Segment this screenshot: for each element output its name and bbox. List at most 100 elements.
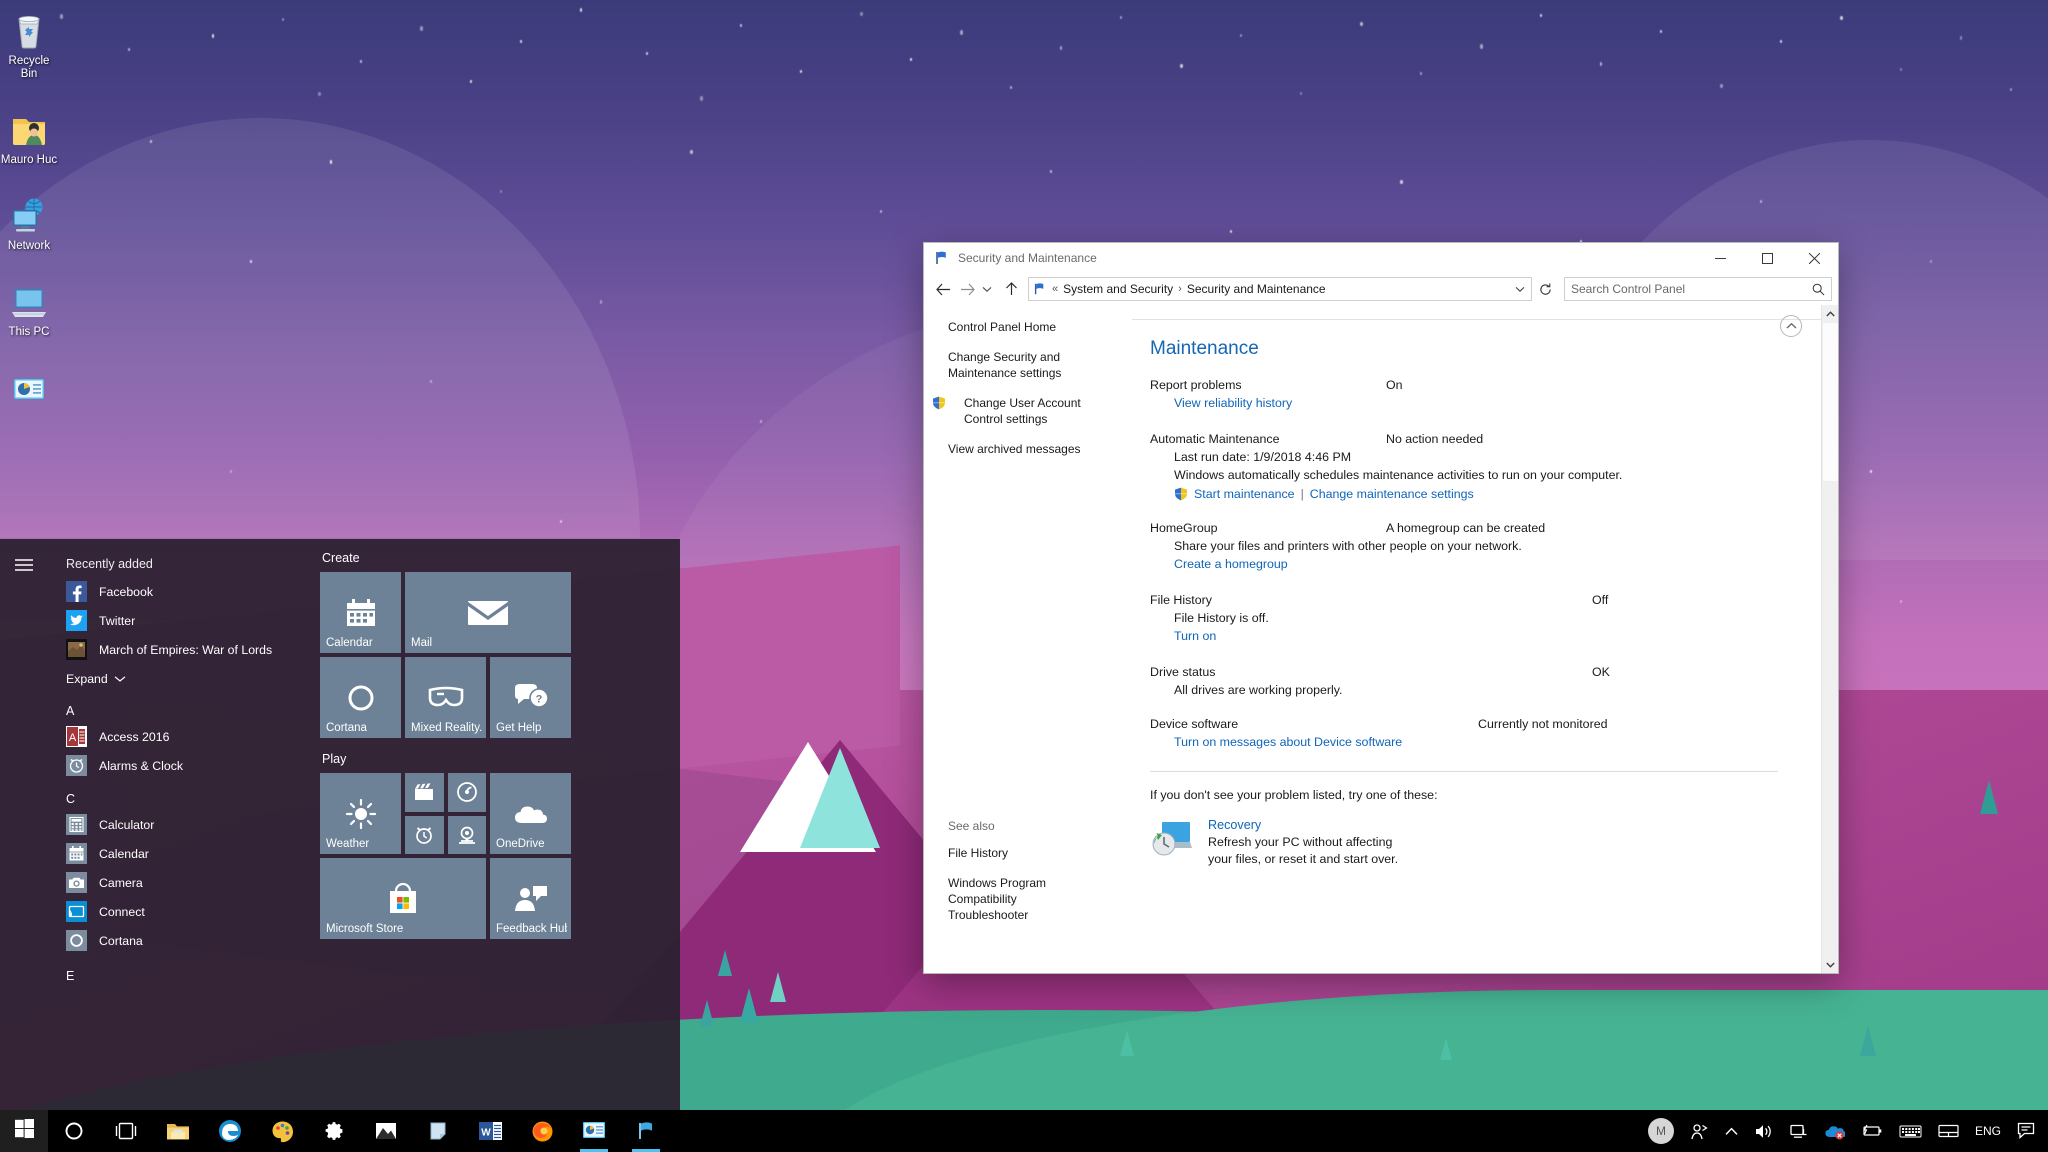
taskbar-item-control-panel[interactable]	[568, 1110, 620, 1152]
start-menu-app-list[interactable]: Recently added Facebook Twitter March of…	[48, 539, 316, 1110]
app-list-item-camera[interactable]: Camera	[48, 868, 316, 897]
back-button[interactable]	[930, 276, 956, 302]
taskbar[interactable]: W M ENG	[0, 1110, 2048, 1152]
tray-show-hidden-icons[interactable]	[1717, 1110, 1746, 1152]
tile-groove-music[interactable]	[448, 773, 487, 812]
search-input[interactable]: Search Control Panel	[1571, 282, 1812, 296]
sidebar-link-control-panel-home[interactable]: Control Panel Home	[948, 319, 1122, 335]
sidebar-link-view-archived-messages[interactable]: View archived messages	[948, 441, 1122, 457]
scrollbar-track[interactable]	[1822, 322, 1838, 956]
action-center-icon[interactable]	[2009, 1110, 2044, 1152]
app-list-item-twitter[interactable]: Twitter	[48, 606, 316, 635]
app-list-item-facebook[interactable]: Facebook	[48, 577, 316, 606]
tray-network-icon[interactable]	[1781, 1110, 1816, 1152]
control-panel-sidebar[interactable]: Control Panel Home Change Security and M…	[924, 305, 1132, 973]
taskbar-item-microsoft-edge[interactable]	[204, 1110, 256, 1152]
tray-avatar[interactable]: M	[1640, 1110, 1682, 1152]
desktop-icon-user-folder[interactable]: Mauro Huc	[0, 107, 58, 167]
link-turn-on-device-software-messages[interactable]: Turn on messages about Device software	[1150, 735, 1402, 749]
taskbar-item-photos[interactable]	[360, 1110, 412, 1152]
address-bar[interactable]: « System and Security › Security and Mai…	[1028, 277, 1532, 301]
tile-get-help[interactable]: ? Get Help	[490, 657, 571, 738]
tile-camera[interactable]	[448, 816, 487, 855]
tile-mixed-reality[interactable]: Mixed Reality...	[405, 657, 486, 738]
link-recovery[interactable]: Recovery	[1208, 818, 1418, 832]
tile-alarms-clock[interactable]	[405, 816, 444, 855]
app-group-letter-e[interactable]: E	[48, 955, 316, 987]
search-control-panel-box[interactable]: Search Control Panel	[1564, 277, 1832, 301]
link-turn-on-file-history[interactable]: Turn on	[1150, 629, 1216, 643]
tile-mail[interactable]: Mail	[405, 572, 571, 653]
taskbar-item-task-view[interactable]	[100, 1110, 152, 1152]
breadcrumb-item-security-and-maintenance[interactable]: Security and Maintenance	[1183, 282, 1330, 296]
taskbar-item-file-explorer[interactable]	[152, 1110, 204, 1152]
see-also-link-program-compatibility-troubleshooter[interactable]: Windows Program Compatibility Troublesho…	[948, 875, 1098, 923]
breadcrumb-item-system-and-security[interactable]: System and Security	[1059, 282, 1177, 296]
language-indicator[interactable]: ENG	[1967, 1110, 2009, 1152]
tile-weather[interactable]: Weather	[320, 773, 401, 854]
app-list-item-access-2016[interactable]: A Access 2016	[48, 722, 316, 751]
app-list-item-alarms-clock[interactable]: Alarms & Clock	[48, 751, 316, 780]
maximize-button[interactable]	[1744, 243, 1791, 273]
navigation-bar[interactable]: « System and Security › Security and Mai…	[924, 273, 1838, 305]
app-list-item-connect[interactable]: Connect	[48, 897, 316, 926]
app-list-item-calculator[interactable]: Calculator	[48, 810, 316, 839]
tray-touchpad-icon[interactable]	[1930, 1110, 1967, 1152]
chevron-up-circle-icon[interactable]	[1780, 315, 1802, 337]
desktop-icon-control-panel[interactable]	[0, 365, 58, 409]
taskbar-item-sticky-notes[interactable]	[412, 1110, 464, 1152]
app-list-item-calendar[interactable]: Calendar	[48, 839, 316, 868]
desktop-icon-recycle-bin[interactable]: Recycle Bin	[0, 8, 58, 81]
vertical-scrollbar[interactable]	[1821, 305, 1838, 973]
up-button[interactable]	[998, 276, 1024, 302]
breadcrumb-prefix[interactable]: «	[1051, 283, 1059, 295]
see-also-link-file-history[interactable]: File History	[948, 845, 1128, 861]
tile-calendar[interactable]: Calendar	[320, 572, 401, 653]
tray-volume-icon[interactable]	[1746, 1110, 1781, 1152]
app-list-item-march-of-empires[interactable]: March of Empires: War of Lords	[48, 635, 316, 664]
taskbar-item-firefox[interactable]	[516, 1110, 568, 1152]
close-button[interactable]	[1791, 243, 1838, 273]
tray-people-icon[interactable]	[1682, 1110, 1717, 1152]
tray-touch-keyboard-icon[interactable]	[1891, 1110, 1930, 1152]
taskbar-item-security-and-maintenance[interactable]	[620, 1110, 672, 1152]
taskbar-item-word[interactable]: W	[464, 1110, 516, 1152]
refresh-button[interactable]	[1534, 277, 1556, 301]
taskbar-item-paint-3d[interactable]	[256, 1110, 308, 1152]
link-create-a-homegroup[interactable]: Create a homegroup	[1150, 557, 1288, 571]
scroll-up-button[interactable]	[1822, 305, 1838, 322]
sidebar-link-change-security-settings[interactable]: Change Security and Maintenance settings	[948, 349, 1066, 381]
tray-onedrive-icon[interactable]	[1816, 1110, 1853, 1152]
minimize-button[interactable]	[1697, 243, 1744, 273]
tile-feedback-hub[interactable]: Feedback Hub	[490, 858, 571, 939]
tray-battery-icon[interactable]	[1853, 1110, 1891, 1152]
start-button[interactable]	[0, 1110, 48, 1152]
tile-movies-tv[interactable]	[405, 773, 444, 812]
sidebar-link-change-uac-settings[interactable]: Change User Account Control settings	[948, 395, 1088, 427]
system-tray[interactable]: M ENG	[1640, 1110, 2048, 1152]
scroll-down-button[interactable]	[1822, 956, 1838, 973]
tile-onedrive[interactable]: OneDrive	[490, 773, 571, 854]
tile-cortana[interactable]: Cortana	[320, 657, 401, 738]
app-group-letter-c[interactable]: C	[48, 780, 316, 810]
app-group-letter-a[interactable]: A	[48, 692, 316, 722]
start-menu-tiles[interactable]: Create Calendar Mail Cortana Mixed Reali…	[316, 539, 680, 1110]
link-view-reliability-history[interactable]: View reliability history	[1150, 396, 1292, 410]
desktop-icon-this-pc[interactable]: This PC	[0, 279, 58, 339]
taskbar-item-cortana[interactable]	[48, 1110, 100, 1152]
window-titlebar[interactable]: Security and Maintenance	[924, 243, 1838, 273]
link-start-maintenance[interactable]: Start maintenance	[1194, 487, 1295, 501]
expand-button[interactable]: Expand	[48, 666, 316, 692]
app-list-item-cortana[interactable]: Cortana	[48, 926, 316, 955]
recovery-entry[interactable]: Recovery Refresh your PC without affecti…	[1150, 818, 1808, 868]
link-change-maintenance-settings[interactable]: Change maintenance settings	[1310, 487, 1474, 501]
scrollbar-thumb[interactable]	[1822, 322, 1838, 482]
recent-locations-button[interactable]	[978, 276, 996, 302]
security-and-maintenance-window[interactable]: Security and Maintenance « System and Se…	[924, 243, 1838, 973]
forward-button[interactable]	[958, 276, 976, 302]
search-icon[interactable]	[1812, 283, 1825, 296]
start-menu[interactable]: Recently added Facebook Twitter March of…	[0, 539, 680, 1110]
address-dropdown-button[interactable]	[1515, 286, 1529, 293]
hamburger-icon[interactable]	[10, 551, 38, 579]
desktop-icon-network[interactable]: Network	[0, 193, 58, 253]
